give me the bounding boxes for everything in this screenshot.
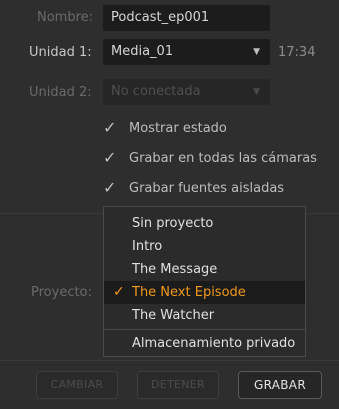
checkbox-grabar-fuentes-aisladas[interactable]: ✓ Grabar fuentes aisladas: [103, 177, 284, 199]
check-icon: ✓: [103, 178, 117, 197]
menu-item-label: The Next Episode: [132, 285, 246, 300]
checkbox-mostrar-estado[interactable]: ✓ Mostrar estado: [103, 117, 227, 139]
menu-item-the-next-episode[interactable]: ✓ The Next Episode: [104, 281, 305, 304]
unidad2-select: No conectada ▼: [103, 79, 270, 105]
menu-item-the-message[interactable]: The Message: [104, 258, 305, 281]
unidad1-label: Unidad 1:: [29, 45, 92, 60]
unidad1-select[interactable]: Media_01 ▼: [103, 39, 270, 65]
menu-item-almacenamiento-privado[interactable]: Almacenamiento privado: [104, 332, 305, 355]
detener-button[interactable]: DETENER: [137, 371, 219, 399]
checkbox-label: Grabar fuentes aisladas: [129, 180, 285, 196]
check-icon: ✓: [103, 148, 117, 167]
section-divider: [0, 360, 339, 361]
chevron-down-icon: ▼: [253, 47, 260, 57]
checkbox-label: Grabar en todas las cámaras: [129, 150, 317, 166]
unidad1-time: 17:34: [278, 45, 316, 60]
menu-item-sin-proyecto[interactable]: Sin proyecto: [104, 212, 305, 235]
unidad1-value: Media_01: [111, 44, 174, 59]
nombre-label: Nombre:: [37, 10, 94, 25]
checkbox-grabar-todas-camaras[interactable]: ✓ Grabar en todas las cámaras: [103, 147, 317, 169]
chevron-down-icon: ▼: [253, 87, 260, 97]
menu-item-intro[interactable]: Intro: [104, 235, 305, 258]
unidad2-label: Unidad 2:: [29, 85, 92, 100]
checkbox-label: Mostrar estado: [129, 120, 227, 136]
unidad2-value: No conectada: [111, 84, 201, 99]
grabar-button[interactable]: GRABAR: [238, 371, 322, 399]
proyecto-dropdown-menu: Sin proyecto Intro The Message ✓ The Nex…: [103, 206, 306, 357]
check-icon: ✓: [103, 118, 117, 137]
proyecto-label: Proyecto:: [31, 285, 92, 300]
recording-settings-panel: Nombre: Podcast_ep001 Unidad 1: Media_01…: [0, 0, 339, 409]
cambiar-button[interactable]: CAMBIAR: [36, 371, 118, 399]
menu-separator: [104, 329, 305, 330]
menu-item-the-watcher[interactable]: The Watcher: [104, 304, 305, 327]
check-icon: ✓: [113, 284, 125, 300]
nombre-input[interactable]: Podcast_ep001: [103, 5, 270, 31]
